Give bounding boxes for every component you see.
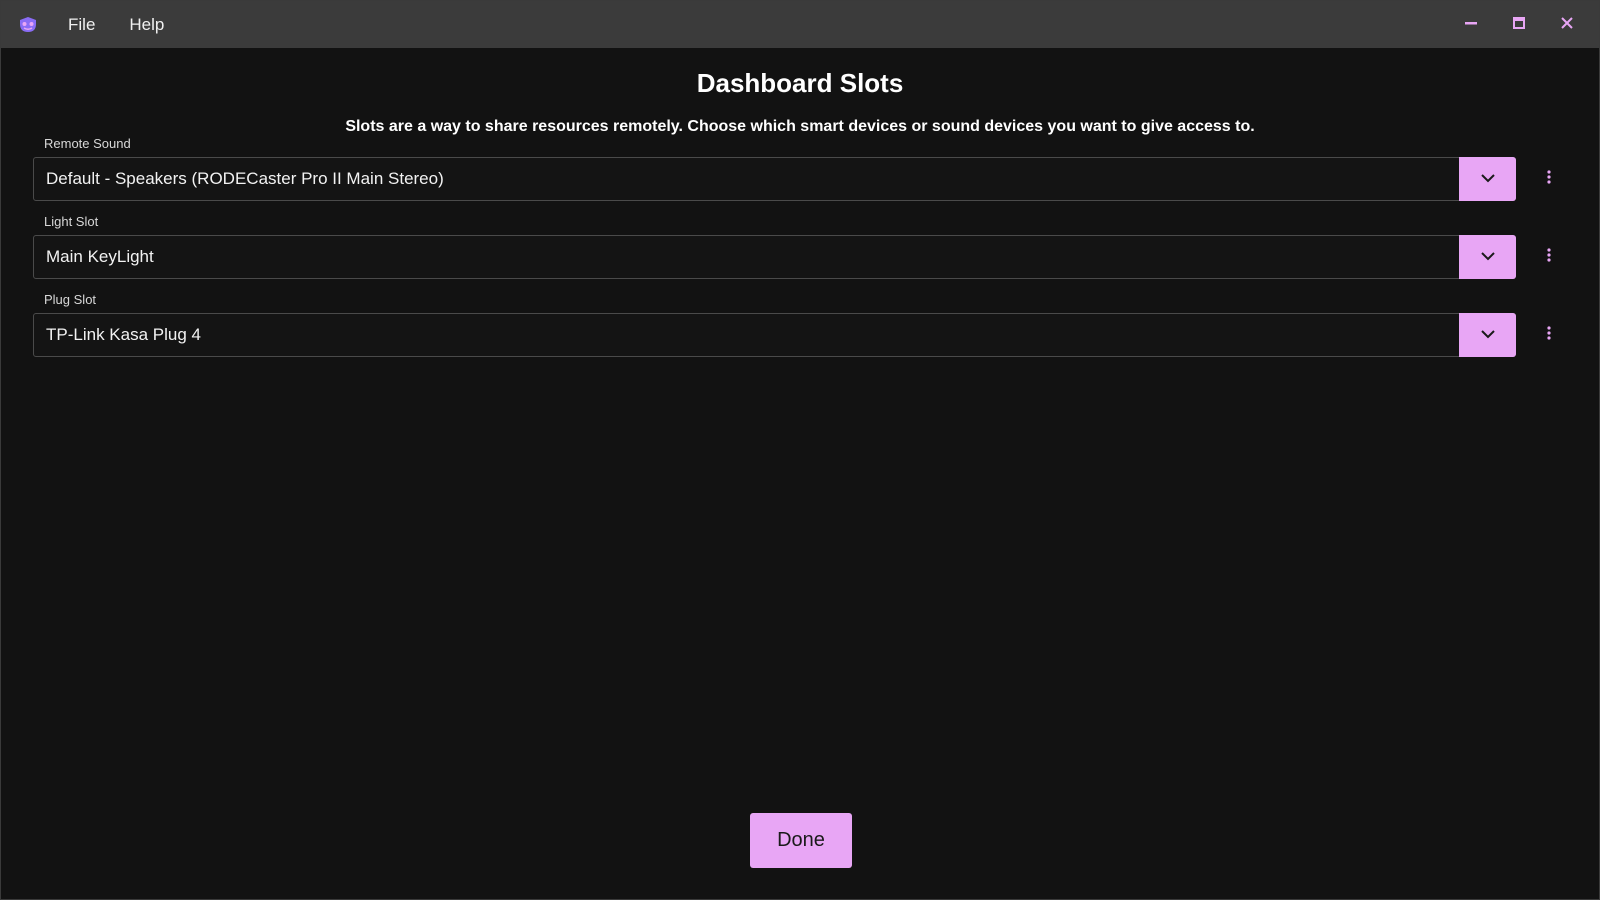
- slot-options-button[interactable]: [1537, 313, 1561, 357]
- plug-slot-select[interactable]: TP-Link Kasa Plug 4: [33, 313, 1516, 357]
- maximize-button[interactable]: [1495, 1, 1543, 48]
- slot-label: Light Slot: [44, 214, 99, 229]
- dropdown-button[interactable]: [1459, 235, 1516, 279]
- done-button[interactable]: Done: [750, 813, 852, 868]
- chevron-down-icon: [1480, 248, 1496, 266]
- chevron-down-icon: [1480, 326, 1496, 344]
- slot-options-button[interactable]: [1537, 157, 1561, 201]
- more-vertical-icon: [1547, 325, 1551, 345]
- page-subtitle: Slots are a way to share resources remot…: [345, 118, 1255, 135]
- slot-options-button[interactable]: [1537, 235, 1561, 279]
- chevron-down-icon: [1480, 170, 1496, 188]
- slot-label: Plug Slot: [44, 292, 97, 307]
- app-window: File Help Dashboard Slots Slots are a wa…: [0, 0, 1600, 900]
- minimize-button[interactable]: [1447, 1, 1495, 48]
- main-content: Dashboard Slots Slots are a way to share…: [1, 48, 1599, 899]
- page-title: Dashboard Slots: [696, 68, 904, 98]
- slot-label: Remote Sound: [44, 136, 131, 151]
- maximize-icon: [1513, 16, 1525, 34]
- minimize-icon: [1465, 16, 1477, 34]
- more-vertical-icon: [1547, 169, 1551, 189]
- menu-help[interactable]: Help: [115, 1, 184, 48]
- title-bar: File Help: [1, 1, 1599, 48]
- more-vertical-icon: [1547, 247, 1551, 267]
- light-slot-select[interactable]: Main KeyLight: [33, 235, 1516, 279]
- close-icon: [1561, 16, 1573, 34]
- app-logo-icon: [16, 13, 40, 37]
- select-value: Default - Speakers (RODECaster Pro II Ma…: [46, 169, 444, 188]
- dropdown-button[interactable]: [1459, 157, 1516, 201]
- window-controls: [1447, 1, 1591, 48]
- remote-sound-select[interactable]: Default - Speakers (RODECaster Pro II Ma…: [33, 157, 1516, 201]
- menu-file[interactable]: File: [54, 1, 115, 48]
- select-value: TP-Link Kasa Plug 4: [46, 325, 201, 344]
- select-value: Main KeyLight: [46, 247, 154, 266]
- close-button[interactable]: [1543, 1, 1591, 48]
- dropdown-button[interactable]: [1459, 313, 1516, 357]
